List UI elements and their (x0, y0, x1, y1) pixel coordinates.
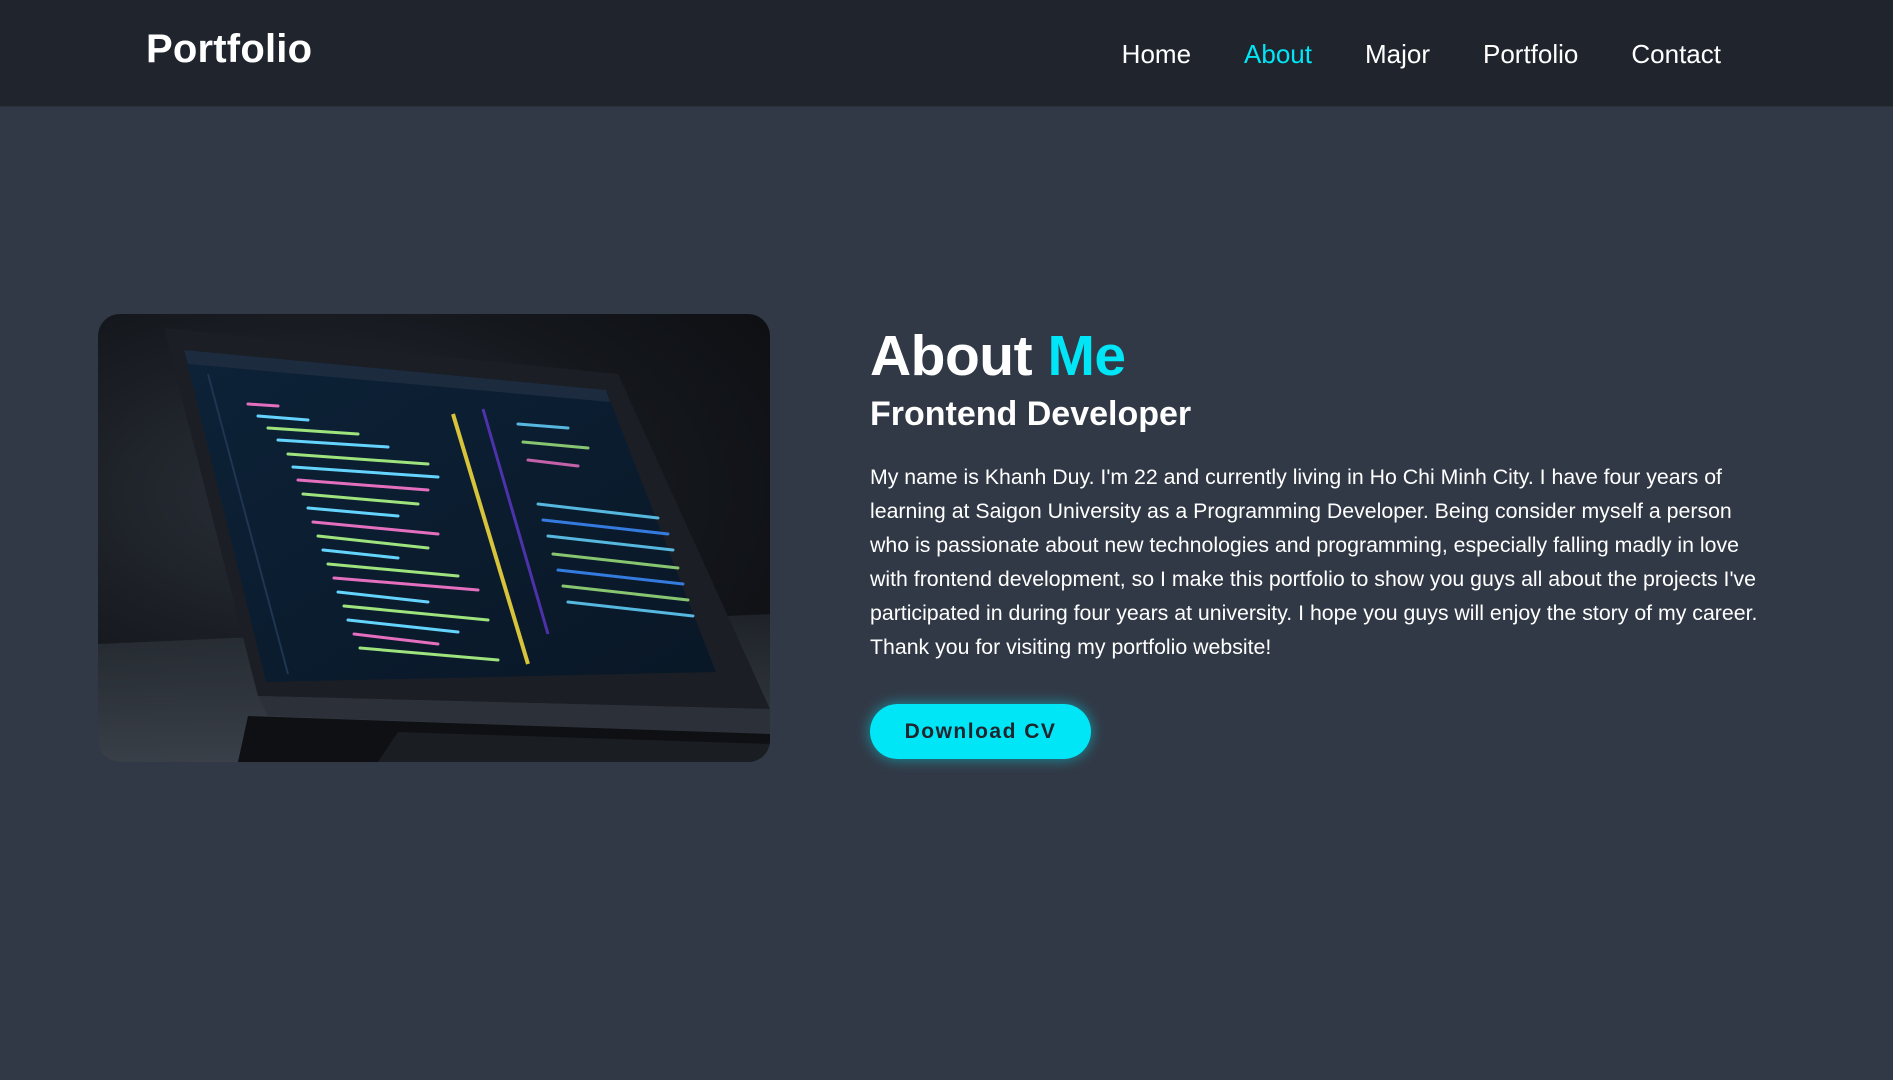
nav-link-portfolio[interactable]: Portfolio (1483, 38, 1578, 70)
about-heading: About Me (870, 322, 1770, 390)
logo[interactable]: Portfolio (146, 27, 312, 72)
nav-link-contact[interactable]: Contact (1631, 38, 1721, 70)
download-cv-button[interactable]: Download CV (870, 704, 1091, 759)
about-heading-accent: Me (1047, 324, 1126, 388)
site-header: Portfolio Home About Major Portfolio Con… (0, 0, 1893, 107)
about-content: About Me Frontend Developer My name is K… (870, 322, 1770, 759)
nav-link-about[interactable]: About (1244, 38, 1312, 70)
main-nav: Home About Major Portfolio Contact (1069, 38, 1721, 70)
laptop-code-illustration (98, 328, 770, 762)
about-description: My name is Khanh Duy. I'm 22 and current… (870, 465, 1758, 659)
nav-link-major[interactable]: Major (1365, 38, 1430, 70)
about-subheading: Frontend Developer (870, 395, 1192, 433)
about-heading-main: About (870, 324, 1033, 388)
about-image (98, 314, 770, 762)
nav-link-home[interactable]: Home (1122, 38, 1191, 70)
